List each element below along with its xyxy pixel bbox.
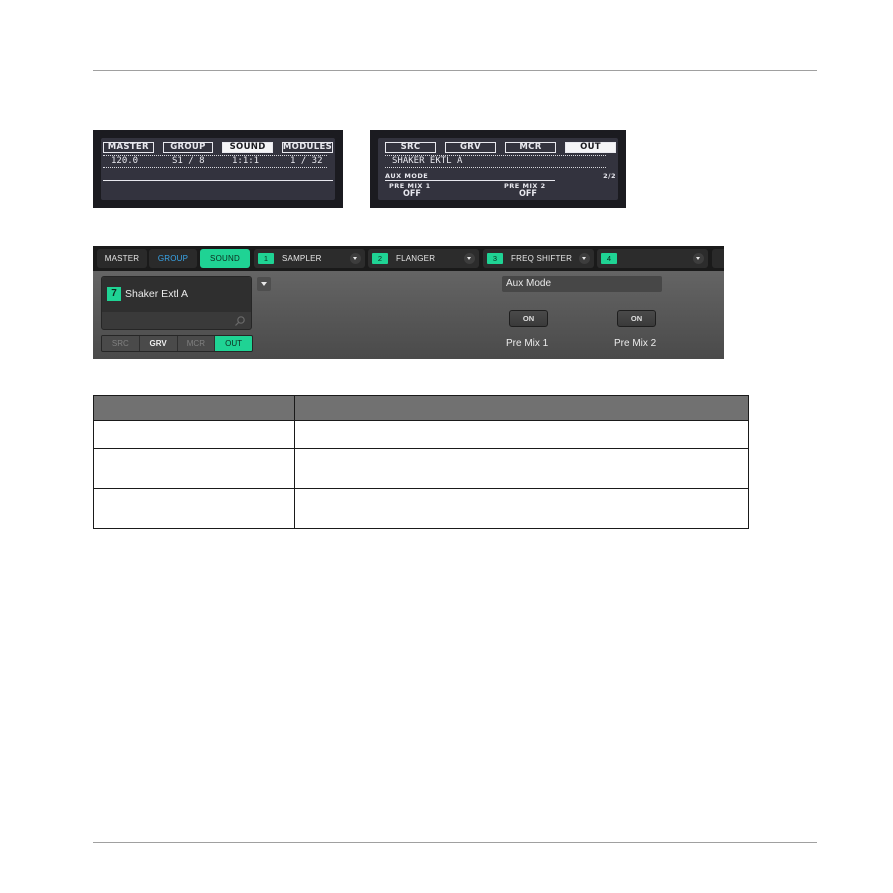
page-tab-mcr[interactable]: MCR <box>177 336 216 351</box>
tempo-value: 120.0 <box>111 156 139 166</box>
footer-rule <box>93 842 817 843</box>
module-slot-1[interactable]: 1 SAMPLER <box>254 249 365 268</box>
hw-tab-master: MASTER <box>103 142 154 153</box>
slot-number: 2 <box>372 253 388 264</box>
slot-number: 4 <box>601 253 617 264</box>
table-row <box>93 488 749 529</box>
solid-divider <box>385 180 555 181</box>
page-tab-group: SRC GRV MCR OUT <box>101 335 253 352</box>
table-row <box>93 448 749 489</box>
section-label: AUX MODE <box>385 172 429 180</box>
software-sound-panel: MASTER GROUP SOUND 1 SAMPLER 2 FLANGER 3… <box>93 246 724 359</box>
parameter-table <box>93 395 749 529</box>
pre-mix-2-label: Pre Mix 2 <box>614 338 657 349</box>
hardware-display-right: SRC GRV MCR OUT SHAKER EKTL A AUX MODE 2… <box>370 130 626 208</box>
table-header-cell <box>294 395 749 421</box>
quantize-value: 1 / 32 <box>290 156 323 166</box>
page-tab-src[interactable]: SRC <box>102 336 140 351</box>
table-cell <box>93 488 295 529</box>
tab-sound[interactable]: SOUND <box>200 249 250 268</box>
hw-tab-mcr: MCR <box>505 142 556 153</box>
solid-divider <box>103 180 333 181</box>
pre-mix-1-label: Pre Mix 1 <box>506 338 549 349</box>
table-header-cell <box>93 395 295 421</box>
module-slot-3[interactable]: 3 FREQ SHIFTER <box>483 249 594 268</box>
search-icon[interactable] <box>234 314 246 326</box>
section-header: Aux Mode <box>502 276 662 292</box>
hw-tab-grv: GRV <box>445 142 496 153</box>
sound-name: Shaker Extl A <box>125 288 189 300</box>
chevron-down-icon[interactable] <box>693 253 704 264</box>
sound-name: SHAKER EKTL A <box>392 156 463 166</box>
hw-tab-group: GROUP <box>162 142 214 153</box>
table-row <box>93 420 749 449</box>
chevron-down-icon[interactable] <box>579 253 590 264</box>
hardware-tab-row: SRC GRV MCR OUT <box>385 142 616 153</box>
pre-mix-1-toggle[interactable]: ON <box>509 310 548 327</box>
slot-name: SAMPLER <box>282 254 322 263</box>
param-value-1: OFF <box>403 189 421 199</box>
hardware-tab-row: MASTER GROUP SOUND MODULES <box>103 142 334 153</box>
hw-tab-modules: MODULES <box>281 142 334 153</box>
table-cell <box>294 420 749 449</box>
pre-mix-2-toggle[interactable]: ON <box>617 310 656 327</box>
slot-number: 1 <box>258 253 274 264</box>
hardware-screen: MASTER GROUP SOUND MODULES 120.0 S1 / 8 … <box>101 138 335 200</box>
page-tab-out[interactable]: OUT <box>215 336 252 351</box>
module-tab-bar: MASTER GROUP SOUND 1 SAMPLER 2 FLANGER 3… <box>93 246 724 271</box>
tab-group[interactable]: GROUP <box>149 249 197 268</box>
position-value: 1:1:1 <box>232 156 260 166</box>
sound-slot-number: 7 <box>107 287 121 301</box>
module-slot-5[interactable] <box>712 249 724 268</box>
preset-name-area: 7 Shaker Extl A <box>102 277 251 312</box>
table-cell <box>93 448 295 489</box>
tab-master[interactable]: MASTER <box>97 249 147 268</box>
page-tab-grv[interactable]: GRV <box>139 336 178 351</box>
table-cell <box>294 448 749 489</box>
chevron-down-icon[interactable] <box>464 253 475 264</box>
header-rule <box>93 70 817 71</box>
table-cell <box>294 488 749 529</box>
table-cell <box>93 420 295 449</box>
scene-value: S1 / 8 <box>172 156 205 166</box>
page-indicator: 2/2 <box>603 172 616 180</box>
dotted-divider <box>103 167 327 168</box>
table-header-row <box>93 395 749 421</box>
hw-tab-src: SRC <box>385 142 436 153</box>
hw-tab-out: OUT <box>565 142 616 153</box>
hardware-display-left: MASTER GROUP SOUND MODULES 120.0 S1 / 8 … <box>93 130 343 208</box>
chevron-down-icon[interactable] <box>257 277 271 291</box>
chevron-down-icon[interactable] <box>350 253 361 264</box>
param-value-2: OFF <box>519 189 537 199</box>
hw-tab-sound: SOUND <box>222 142 273 153</box>
hardware-screen: SRC GRV MCR OUT SHAKER EKTL A AUX MODE 2… <box>378 138 618 200</box>
slot-name: FREQ SHIFTER <box>511 254 573 263</box>
module-slot-4[interactable]: 4 <box>597 249 708 268</box>
slot-name: FLANGER <box>396 254 436 263</box>
slot-number: 3 <box>487 253 503 264</box>
dotted-divider <box>385 167 606 168</box>
module-slot-2[interactable]: 2 FLANGER <box>368 249 479 268</box>
sound-preset-box[interactable]: 7 Shaker Extl A <box>101 276 252 330</box>
